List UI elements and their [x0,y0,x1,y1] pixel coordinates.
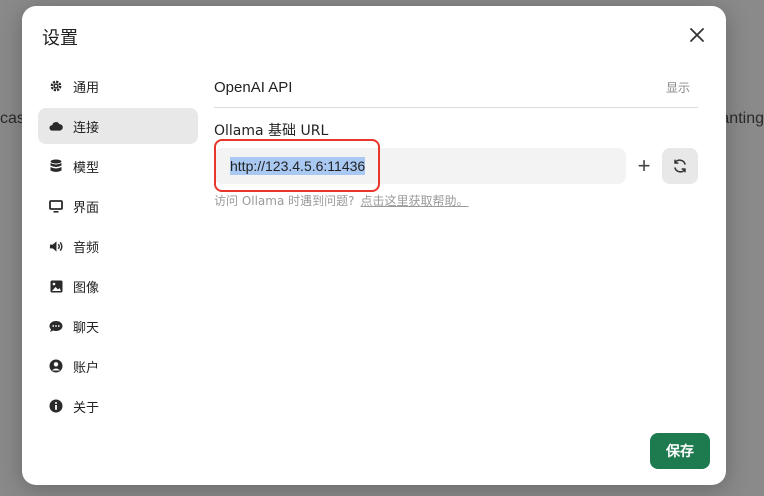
sidebar-item-account[interactable]: 账户 [38,348,198,384]
image-icon [49,279,63,293]
ollama-url-row: http://123.4.5.6:11436 + [214,139,698,192]
sidebar-item-about[interactable]: 关于 [38,388,198,424]
sidebar-item-label: 通用 [73,80,100,96]
user-icon [49,359,63,373]
help-line: 访问 Ollama 时遇到问题? 点击这里获取帮助。 [214,192,698,209]
sidebar-item-label: 聊天 [73,320,100,336]
ollama-url-label: Ollama 基础 URL [214,123,329,139]
cloud-icon [49,119,63,133]
info-icon [49,399,63,413]
close-icon [690,28,704,42]
monitor-icon [49,199,63,213]
database-icon [49,159,63,173]
help-link[interactable]: 点击这里获取帮助。 [361,194,469,208]
refresh-icon [674,159,686,173]
ollama-url-input[interactable]: http://123.4.5.6:11436 [230,157,366,175]
settings-modal: 设置 通用 连接 模型 界面 音频 图像 聊天 账户 关于 OpenAI API… [22,6,726,485]
refresh-connection-button[interactable] [662,148,698,184]
sidebar-item-audio[interactable]: 音频 [38,228,198,264]
openai-api-row: OpenAI API 显示 [214,68,698,108]
sidebar-item-interface[interactable]: 界面 [38,188,198,224]
gear-icon [49,79,63,93]
sidebar-item-models[interactable]: 模型 [38,148,198,184]
speaker-icon [49,239,63,253]
openai-api-title: OpenAI API [214,79,293,96]
close-button[interactable] [686,24,708,46]
save-button[interactable]: 保存 [650,433,710,469]
sidebar-item-general[interactable]: 通用 [38,68,198,104]
settings-sidebar: 通用 连接 模型 界面 音频 图像 聊天 账户 关于 [38,68,198,428]
sidebar-item-label: 图像 [73,280,100,296]
sidebar-item-label: 模型 [73,160,100,176]
add-url-button[interactable]: + [626,148,662,184]
connections-panel: OpenAI API 显示 Ollama 基础 URL http://123.4… [214,68,698,209]
ollama-url-field[interactable]: http://123.4.5.6:11436 [214,139,626,192]
help-text: 访问 Ollama 时遇到问题? [214,194,355,208]
sidebar-item-label: 连接 [73,120,100,136]
sidebar-item-label: 关于 [73,400,100,416]
sidebar-item-label: 音频 [73,240,100,256]
modal-title: 设置 [42,28,78,49]
sidebar-item-chat[interactable]: 聊天 [38,308,198,344]
show-toggle-button[interactable]: 显示 [666,79,698,96]
chat-icon [49,319,63,333]
sidebar-item-label: 界面 [73,200,100,216]
sidebar-item-connections[interactable]: 连接 [38,108,198,144]
sidebar-item-label: 账户 [73,360,100,376]
background-text-right: anting [720,110,764,127]
sidebar-item-image[interactable]: 图像 [38,268,198,304]
